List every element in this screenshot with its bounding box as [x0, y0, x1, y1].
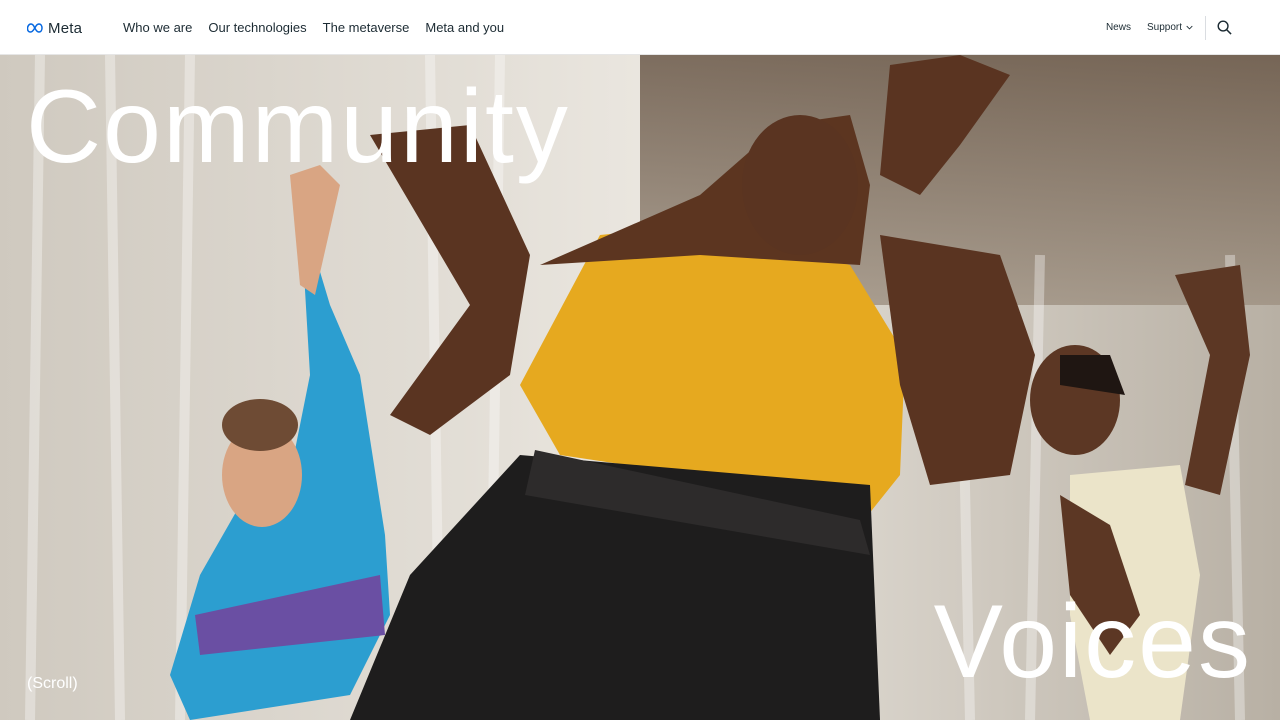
search-button[interactable] — [1216, 20, 1232, 36]
news-link[interactable]: News — [1106, 22, 1131, 33]
primary-nav: Who we are Our technologies The metavers… — [123, 18, 520, 38]
scroll-hint[interactable]: (Scroll) — [27, 675, 78, 693]
chevron-down-icon — [1186, 25, 1193, 30]
logo-text: Meta — [48, 19, 83, 37]
hero-section: Community Voices (Scroll) — [0, 55, 1280, 720]
nav-who-we-are[interactable]: Who we are — [123, 18, 192, 38]
support-label: Support — [1146, 22, 1182, 33]
site-header: Meta Who we are Our technologies The met… — [0, 0, 1280, 55]
nav-meta-and-you[interactable]: Meta and you — [425, 18, 504, 38]
nav-the-metaverse[interactable]: The metaverse — [323, 18, 410, 38]
hero-title-community: Community — [26, 69, 570, 185]
meta-infinity-logo-icon — [27, 23, 43, 33]
support-menu[interactable]: Support — [1147, 22, 1193, 33]
utility-nav: News Support — [1106, 0, 1280, 55]
search-icon — [1217, 20, 1232, 35]
hero-title-voices: Voices — [933, 584, 1252, 700]
nav-divider — [1205, 15, 1206, 40]
meta-logo-link[interactable]: Meta — [27, 17, 82, 39]
nav-our-technologies[interactable]: Our technologies — [208, 18, 306, 38]
